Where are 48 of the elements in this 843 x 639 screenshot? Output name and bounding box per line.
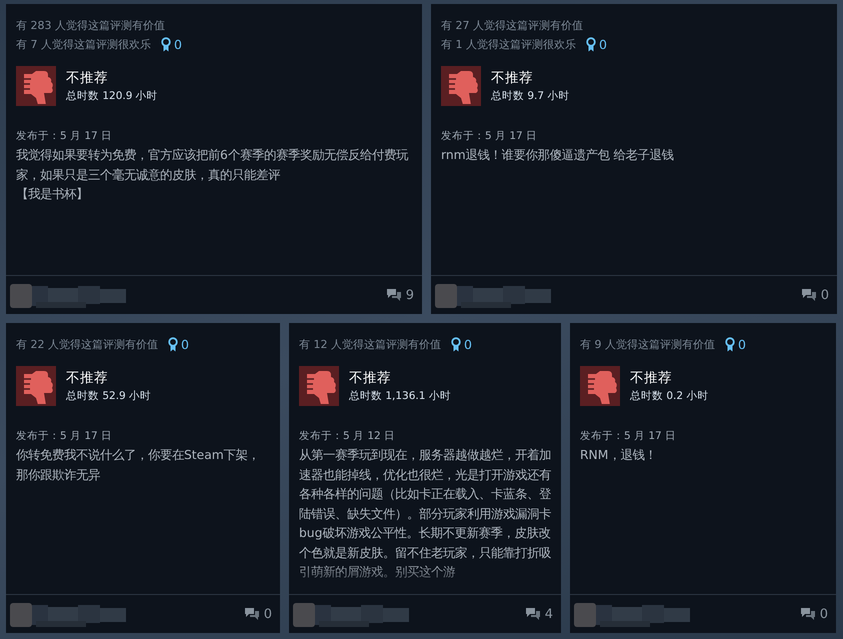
playtime: 总时数 120.9 小时 — [66, 89, 158, 104]
award-count: 0 — [599, 36, 607, 54]
post-date: 发布于：5 月 12 日 — [299, 429, 396, 444]
playtime: 总时数 1,136.1 小时 — [349, 389, 451, 404]
comment-count: 4 — [544, 606, 553, 622]
award-count: 0 — [464, 336, 472, 354]
post-date: 发布于：5 月 17 日 — [16, 129, 114, 144]
comments-icon — [524, 607, 541, 621]
helpful-count: 有 9 人觉得这篇评测有价值 — [580, 337, 715, 353]
award-count: 0 — [181, 336, 189, 354]
helpful-count: 有 12 人觉得这篇评测有价值 — [299, 337, 441, 353]
review-text: 从第一赛季玩到现在，服务器越做越烂，开着加速器也能掉线，优化也很烂，光是打开游戏还有各种各样的问题（比如卡正在载入、卡蓝条、登陆错误、缺失文件）。部分玩家利用游戏漏洞卡bug破坏游戏公平性。长期不更新赛季，皮肤改个色就是新皮肤。留不住老玩家，只能靠打折吸引萌新的屑游戏。别买这个游 — [299, 447, 551, 581]
review-text: rnm退钱！谁要你那傻逼遗产包 给老子退钱 — [441, 147, 675, 164]
comments-icon — [800, 288, 817, 302]
award-icon — [451, 337, 461, 352]
comments-icon — [386, 288, 402, 302]
post-date: 发布于：5 月 17 日 — [441, 129, 538, 144]
review-text: 【我是书杯】 — [16, 186, 89, 203]
review-verdict: 不推荐 — [66, 369, 109, 388]
award-icon — [168, 337, 178, 352]
review-text: RNM，退钱！ — [580, 447, 658, 464]
playtime: 总时数 0.2 小时 — [630, 389, 708, 404]
review-verdict: 不推荐 — [630, 369, 673, 388]
comments-icon — [244, 607, 260, 621]
review-text: 你转免费我不说什么了，你要在Steam下架，那你跟欺诈无异 — [16, 447, 261, 484]
post-date: 发布于：5 月 17 日 — [16, 429, 114, 444]
award-count: 0 — [738, 336, 746, 354]
comment-count: 0 — [264, 606, 272, 622]
award-icon — [586, 37, 596, 52]
helpful-count: 有 27 人觉得这篇评测有价值 — [441, 18, 583, 34]
playtime: 总时数 52.9 小时 — [66, 389, 152, 404]
award-count: 0 — [174, 36, 182, 54]
comment-count: 0 — [820, 606, 828, 622]
helpful-count: 有 22 人觉得这篇评测有价值 — [16, 337, 158, 353]
post-date: 发布于：5 月 17 日 — [580, 429, 678, 444]
playtime: 总时数 9.7 小时 — [491, 89, 570, 104]
award-icon — [725, 337, 735, 352]
comments-icon — [800, 607, 816, 621]
review-verdict: 不推荐 — [349, 369, 392, 388]
funny-count: 有 7 人觉得这篇评测很欢乐 — [16, 37, 151, 53]
comment-count: 0 — [820, 288, 829, 302]
funny-count: 有 1 人觉得这篇评测很欢乐 — [441, 37, 576, 53]
review-text: 我觉得如果要转为免费，官方应该把前6个赛季的赛季奖励无偿反给付费玩家，如果只是三个毫无诚意的皮肤，真的只能差评 — [16, 147, 410, 184]
review-verdict: 不推荐 — [491, 69, 534, 88]
award-icon — [161, 37, 171, 52]
review-verdict: 不推荐 — [66, 69, 109, 88]
helpful-count: 有 283 人觉得这篇评测有价值 — [16, 18, 165, 34]
comment-count: 9 — [406, 288, 414, 302]
